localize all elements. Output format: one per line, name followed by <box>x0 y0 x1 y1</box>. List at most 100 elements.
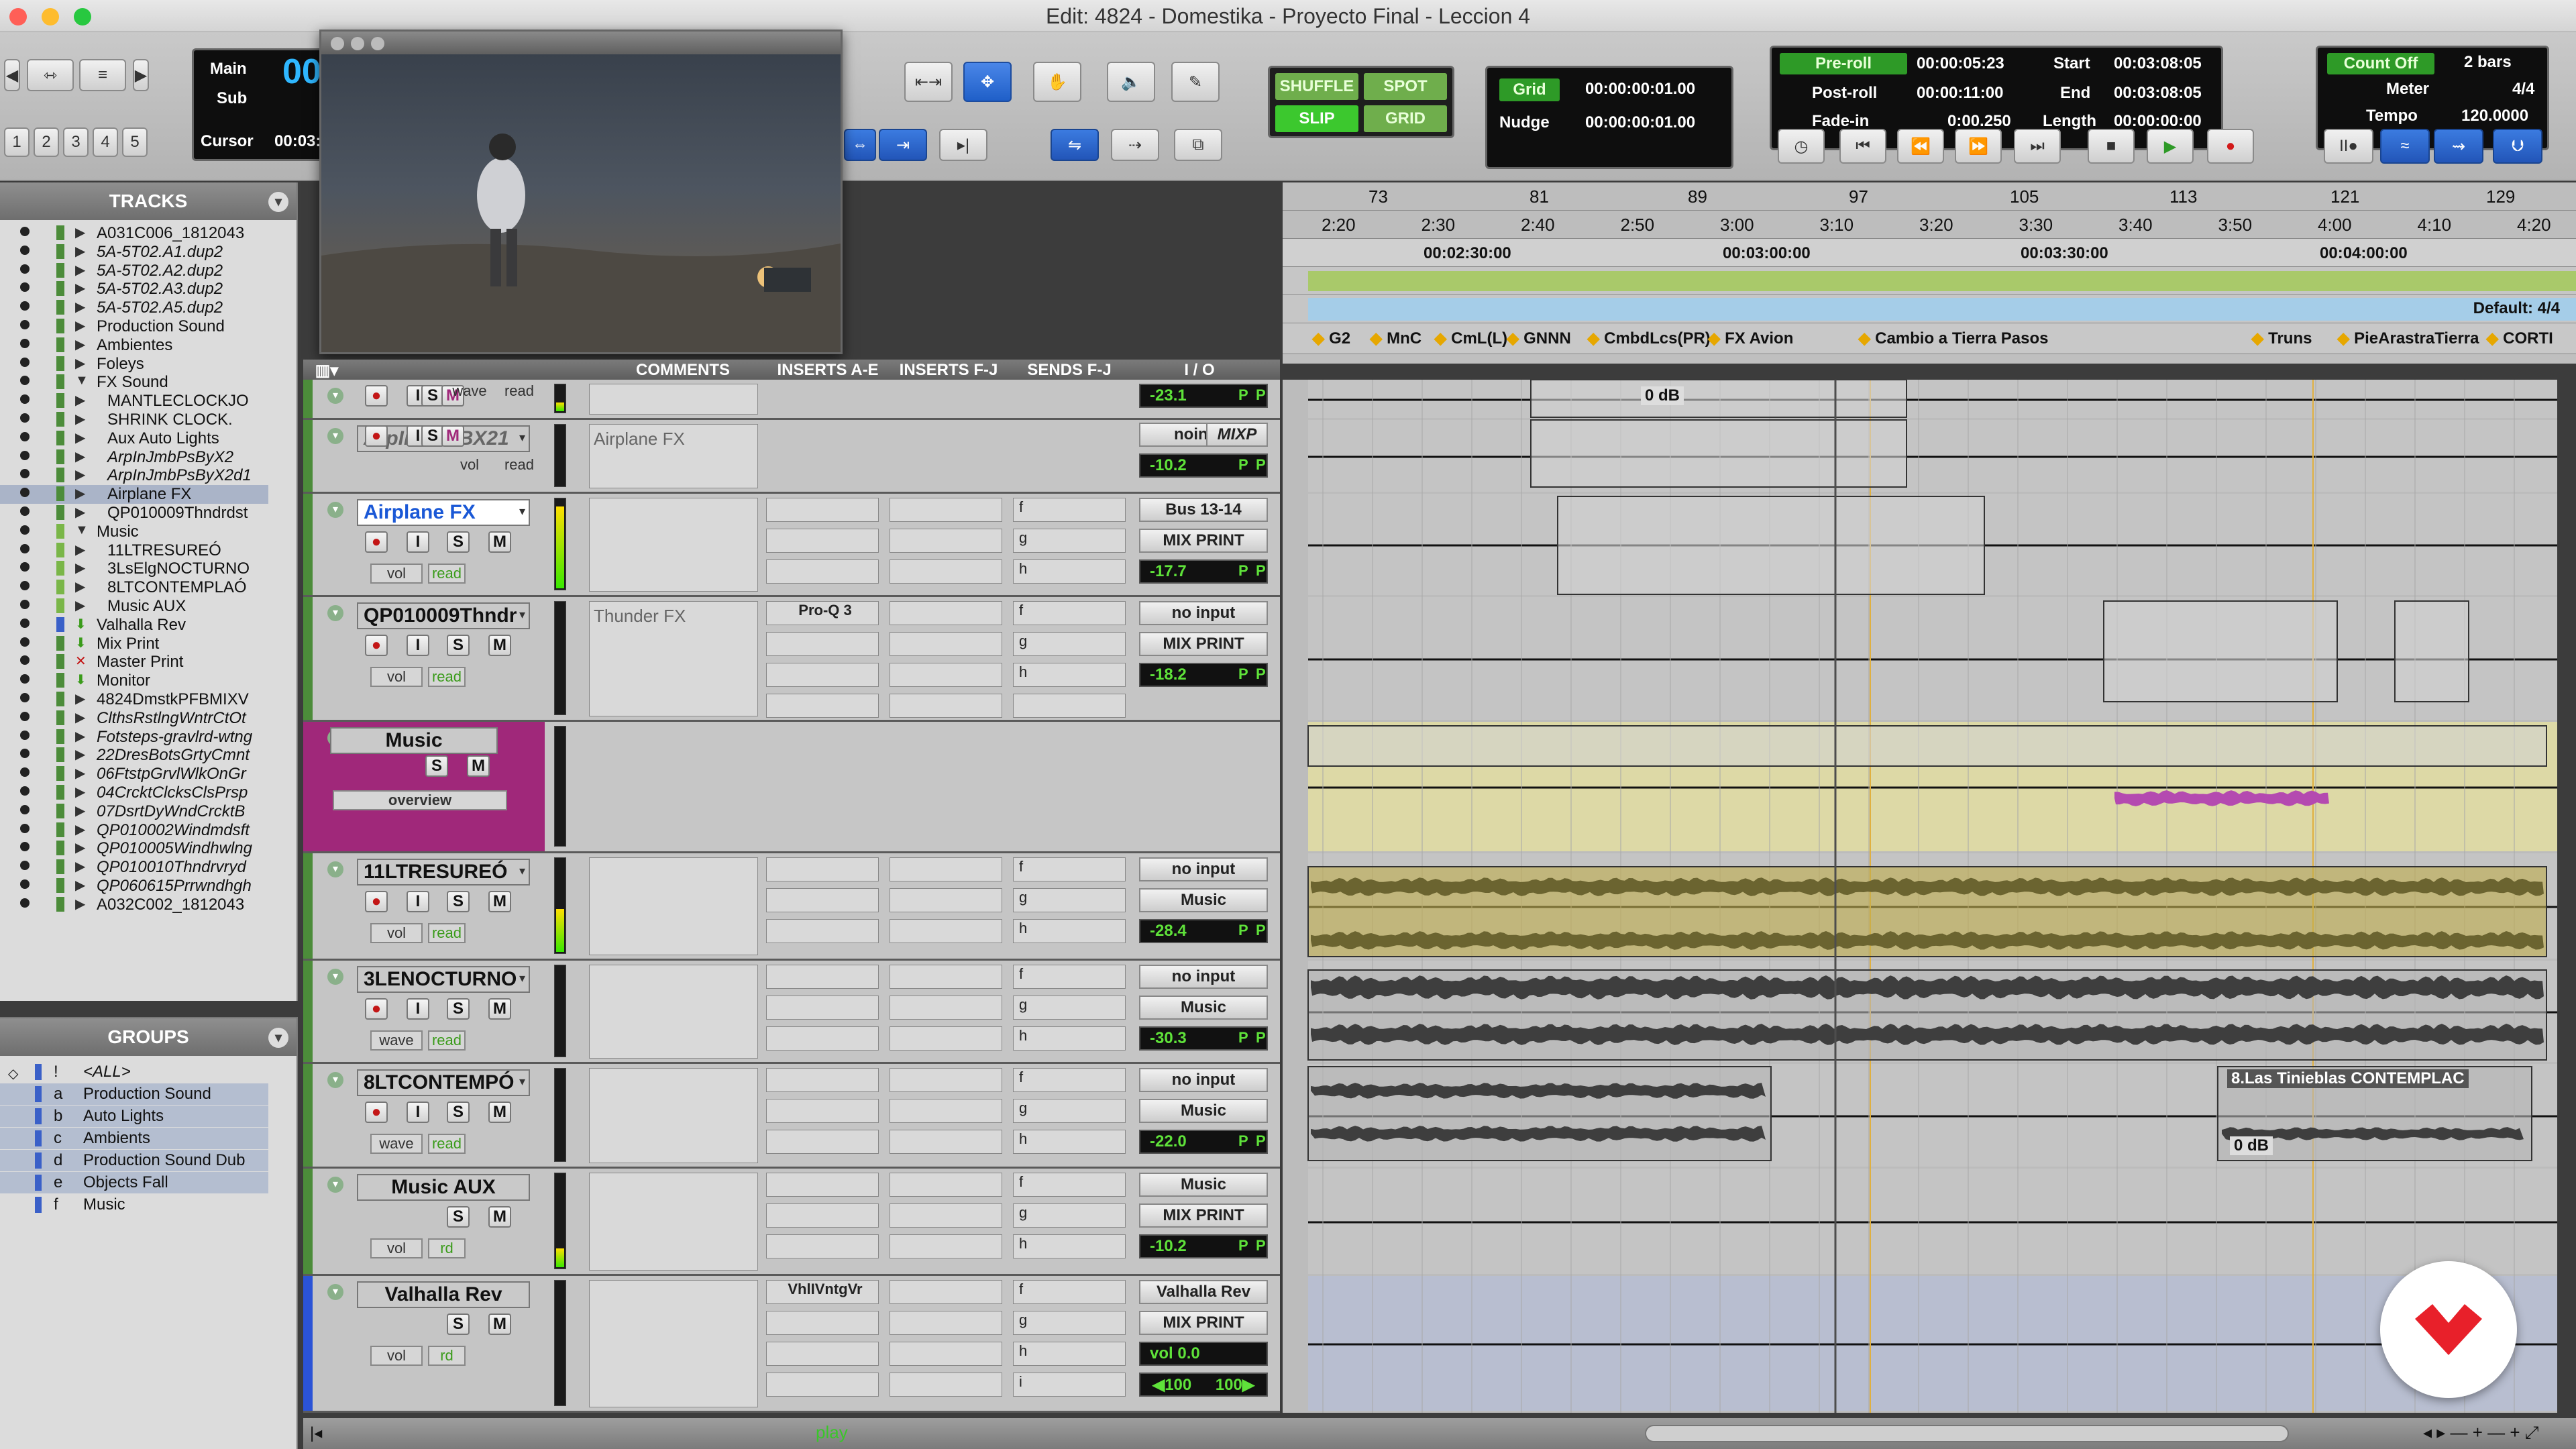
group-list-item[interactable]: e Objects Fall <box>0 1172 268 1193</box>
solo-button[interactable]: S <box>447 635 470 656</box>
mute-button[interactable]: M <box>467 755 490 777</box>
track-type-icon[interactable]: ▶ <box>75 448 85 465</box>
mute-button[interactable]: M <box>488 998 511 1020</box>
track-type-icon[interactable]: ⬇ <box>75 672 87 688</box>
solo-button[interactable]: S <box>447 1206 470 1228</box>
insert-send-slot[interactable] <box>766 1173 879 1197</box>
track-type-icon[interactable]: ⬇ <box>75 635 87 651</box>
track-name-plate[interactable]: Airplane FX <box>357 499 530 526</box>
record-enable-button[interactable]: ● <box>365 891 388 912</box>
track-list-item[interactable]: ▶ Production Sound <box>0 317 268 336</box>
markers-ruler[interactable]: ◆ G2 ◆ MnC ◆ CmL(L) ◆ GNNN ◆ CmbdLcs(PR) ◆ FX… <box>1283 323 2576 354</box>
output-selector[interactable]: Music <box>1139 888 1268 912</box>
insert-send-slot[interactable]: f <box>1013 498 1126 522</box>
tool-number-4-button[interactable]: 4 <box>93 127 118 157</box>
marker-label[interactable]: ◆ Truns <box>2251 329 2312 358</box>
insert-send-slot[interactable]: h <box>1013 919 1126 943</box>
video-close-button[interactable] <box>331 37 344 50</box>
zoom-controls-icon[interactable]: ◂ ▸ — + — + ⤢ <box>2423 1422 2539 1444</box>
track-view-selector[interactable]: vol <box>370 1238 423 1258</box>
grid-mode-button[interactable]: GRID <box>1364 105 1447 132</box>
track-show-dot-icon[interactable] <box>20 842 30 852</box>
track-list-item[interactable]: ▼ Music <box>0 523 268 541</box>
insert-send-slot[interactable] <box>766 498 879 522</box>
volume-readout[interactable]: -18.2 <box>1139 663 1268 687</box>
insert-send-slot[interactable] <box>890 1280 1002 1304</box>
track-type-icon[interactable]: ▶ <box>75 392 85 409</box>
horizontal-zoom-icon[interactable]: ⇿ <box>27 59 74 91</box>
track-type-icon[interactable]: ▶ <box>75 262 85 278</box>
track-type-icon[interactable]: ▶ <box>75 597 85 614</box>
track-view-selector[interactable]: vol <box>370 564 423 584</box>
mix-track-row[interactable]: ▾ 8LTCONTEMPÓ ▾ ● I S Mwave read f g h no input Musi… <box>303 1064 1280 1169</box>
insert-send-slot[interactable] <box>890 1311 1002 1335</box>
return-to-zero-icon[interactable]: ⏮ <box>1839 129 1886 164</box>
track-show-dot-icon[interactable] <box>20 301 30 311</box>
solo-button[interactable]: S <box>447 891 470 912</box>
audio-clip[interactable] <box>2103 600 2338 702</box>
insert-send-slot[interactable] <box>890 498 1002 522</box>
mix-track-row[interactable]: ▾ 3LENOCTURNO ▾ ● I S Mwave read f g h no input Musi… <box>303 961 1280 1064</box>
track-list-item[interactable]: ✕ Master Print <box>0 653 268 672</box>
mix-track-row[interactable]: ▾ Valhalla Rev S Mvol rd VhlIVntgVr f g h i Valhal… <box>303 1276 1280 1413</box>
track-options-icon[interactable]: ▥▾ <box>303 361 350 380</box>
go-to-end-icon[interactable]: ⏭ <box>2014 129 2061 164</box>
insert-send-slot[interactable] <box>766 1234 879 1258</box>
track-list-item[interactable]: ▶ A031C006_1812043 <box>0 224 268 243</box>
track-show-dot-icon[interactable] <box>20 898 30 908</box>
insert-send-slot[interactable]: f <box>1013 1173 1126 1197</box>
audio-clip[interactable] <box>1307 725 2547 767</box>
output-selector[interactable]: Music <box>1139 1099 1268 1123</box>
volume-readout[interactable]: -10.2 <box>1139 453 1268 478</box>
mute-button[interactable]: M <box>488 1206 511 1228</box>
timecode-ruler[interactable]: 00:02:30:00 00:03:00:00 00:03:30:00 00:04:0… <box>1283 239 2576 267</box>
mirror-midi-icon[interactable]: ⧉ <box>1174 129 1222 161</box>
output-selector[interactable]: MIX PRINT <box>1139 632 1268 656</box>
track-type-icon[interactable]: ▶ <box>75 429 85 446</box>
track-comment-field[interactable] <box>589 965 758 1059</box>
mute-button[interactable]: M <box>488 891 511 912</box>
insert-send-slot[interactable] <box>890 1203 1002 1228</box>
insert-send-slot[interactable]: h <box>1013 1130 1126 1154</box>
insert-send-slot[interactable] <box>766 919 879 943</box>
audio-clip[interactable] <box>2394 600 2469 702</box>
record-enable-button[interactable]: ● <box>365 1102 388 1123</box>
solo-button[interactable]: S <box>447 1102 470 1123</box>
tracks-panel-header[interactable]: TRACKS ▾ <box>0 182 297 220</box>
track-list-item[interactable]: ▶ 11LTRESUREÓ <box>0 541 268 560</box>
track-name-dropdown-icon[interactable]: ▾ <box>519 864 525 878</box>
track-show-dot-icon[interactable] <box>20 693 30 702</box>
insert-send-slot[interactable]: i <box>1013 1373 1126 1397</box>
nav-right-button[interactable]: ▶ <box>133 59 149 91</box>
min-secs-ruler[interactable]: 2:20 2:30 2:40 2:50 3:00 3:10 3:20 3:30 3:40 3:50… <box>1283 211 2576 239</box>
tempo-ruler[interactable] <box>1283 267 2576 295</box>
track-name-plate[interactable]: 3LENOCTURNO <box>357 966 530 993</box>
insert-send-slot[interactable] <box>890 1099 1002 1123</box>
insertion-follows-icon[interactable]: ▸| <box>939 129 987 161</box>
clip-gain-label[interactable]: 0 dB <box>2230 1136 2273 1155</box>
insert-send-slot[interactable]: h <box>1013 1234 1126 1258</box>
track-show-dot-icon[interactable] <box>20 637 30 647</box>
count-off-button[interactable]: Count Off <box>2327 53 2434 74</box>
pencil-tool-icon[interactable]: ✎ <box>1171 62 1220 102</box>
track-name-plate[interactable]: Music AUX <box>357 1174 530 1201</box>
output-selector[interactable]: MIX PRINT <box>1139 1203 1268 1228</box>
group-list-item[interactable]: a Production Sound <box>0 1083 268 1105</box>
insert-send-slot[interactable] <box>766 529 879 553</box>
track-show-dot-icon[interactable] <box>20 655 30 665</box>
insert-send-slot[interactable] <box>890 559 1002 584</box>
tool-number-5-button[interactable]: 5 <box>122 127 148 157</box>
automation-mode-selector[interactable]: read <box>499 455 539 475</box>
tool-number-3-button[interactable]: 3 <box>63 127 89 157</box>
track-type-icon[interactable]: ▶ <box>75 243 85 260</box>
track-view-selector[interactable]: wave <box>370 1134 423 1154</box>
tab-to-transient-icon[interactable]: ⇥ <box>879 129 927 161</box>
play-icon[interactable]: ▶ <box>2147 129 2194 164</box>
insert-send-slot[interactable] <box>890 601 1002 625</box>
output-selector[interactable]: MIX PRINT <box>1139 1311 1268 1335</box>
trim-tool-icon[interactable]: ⇤⇥ <box>904 62 953 102</box>
groups-panel-header[interactable]: GROUPS ▾ <box>0 1018 297 1056</box>
tool-number-2-button[interactable]: 2 <box>34 127 59 157</box>
online-button[interactable]: ◷ <box>1778 129 1825 164</box>
input-selector[interactable]: Music <box>1139 1173 1268 1197</box>
